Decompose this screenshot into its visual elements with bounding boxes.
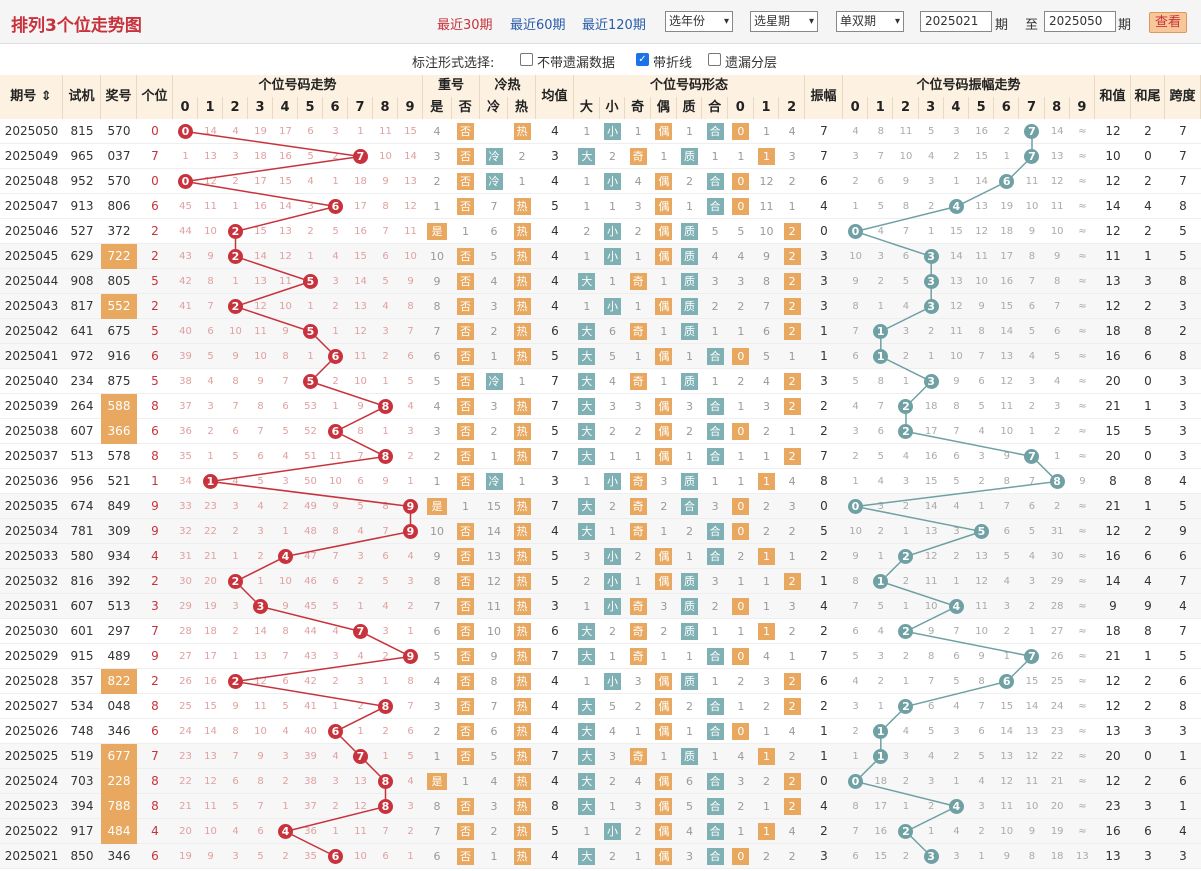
amp-ball: 0 — [848, 774, 863, 789]
units-ball: 9 — [403, 649, 418, 664]
units-ball: 0 — [178, 124, 193, 139]
miss-layer-label: 遗漏分层 — [725, 56, 778, 71]
options-bar: 标注形式选择: 不带遗漏数据 ✓ 带折线 遗漏分层 — [0, 45, 1201, 75]
units-ball: 6 — [328, 349, 343, 364]
amp-ball: 3 — [923, 249, 939, 264]
units-ball: 6 — [328, 724, 343, 739]
units-ball: 1 — [203, 474, 218, 489]
parity-select[interactable]: 单双期 ▾ — [836, 11, 904, 32]
recent-120-link[interactable]: 最近120期 — [582, 14, 646, 33]
units-ball: 4 — [278, 824, 293, 839]
miss-layer-checkbox[interactable] — [708, 53, 721, 66]
period-label: 期 — [995, 18, 1009, 33]
recent-60-link[interactable]: 最近60期 — [510, 14, 566, 33]
polyline-checkbox[interactable]: ✓ — [636, 53, 649, 66]
parity-select-value: 单双期 — [840, 14, 877, 28]
weekday-select[interactable]: 选星期 ▾ — [750, 11, 818, 32]
chevron-down-icon: ▾ — [808, 16, 814, 27]
year-select[interactable]: 选年份 ▾ — [665, 11, 733, 32]
amp-ball: 4 — [948, 799, 964, 814]
trend-table: 期号 ⇕ 试机 奖号 个位 均值 振幅 和值 和尾 跨度 个位号码走势 0 1 2 3 4 5 6 7 8 9 重号是否… — [0, 75, 1201, 871]
units-ball: 8 — [378, 774, 393, 789]
chevron-down-icon: ▾ — [894, 16, 900, 27]
units-ball: 7 — [353, 149, 368, 164]
units-ball: 6 — [328, 199, 343, 214]
units-ball: 5 — [303, 274, 318, 289]
units-ball: 4 — [278, 549, 293, 564]
units-ball: 8 — [378, 399, 393, 414]
to-label: 至 — [1025, 18, 1039, 33]
amp-ball: 8 — [1049, 474, 1065, 489]
weekday-select-value: 选星期 — [754, 14, 791, 28]
amp-ball: 4 — [948, 199, 964, 214]
units-ball: 6 — [328, 849, 343, 864]
units-ball: 9 — [403, 499, 418, 514]
units-ball: 2 — [228, 574, 243, 589]
amp-trend-line — [852, 131, 1059, 858]
units-ball: 6 — [328, 424, 343, 439]
recent-30-link[interactable]: 最近30期 — [437, 14, 493, 33]
top-bar: 排列3个位走势图 最近30期 最近60期 最近120期 选年份 ▾ 选星期 ▾ 单双… — [0, 0, 1201, 44]
units-ball: 9 — [403, 524, 418, 539]
amp-ball: 4 — [948, 599, 964, 614]
units-ball: 2 — [228, 674, 243, 689]
units-ball: 2 — [228, 249, 243, 264]
units-ball: 2 — [228, 224, 243, 239]
polyline-label: 带折线 — [653, 56, 693, 71]
units-trend-line — [185, 130, 413, 858]
units-ball: 0 — [178, 174, 193, 189]
units-ball: 5 — [303, 324, 318, 339]
to-period-input[interactable]: 2025050 — [1044, 11, 1116, 32]
query-button[interactable]: 查看 — [1149, 12, 1187, 33]
amp-ball: 3 — [923, 299, 939, 314]
year-select-value: 选年份 — [669, 14, 706, 28]
period-label: 期 — [1118, 18, 1132, 33]
from-period-input[interactable]: 2025021 — [920, 11, 992, 32]
units-ball: 8 — [378, 799, 393, 814]
units-ball: 5 — [303, 374, 318, 389]
units-ball: 7 — [353, 749, 368, 764]
units-ball: 3 — [253, 599, 268, 614]
amp-ball: 5 — [974, 524, 989, 539]
amp-ball: 0 — [848, 224, 863, 239]
options-label: 标注形式选择: — [412, 56, 495, 71]
units-ball: 2 — [228, 299, 243, 314]
units-ball: 7 — [353, 624, 368, 639]
page-title: 排列3个位走势图 — [11, 16, 142, 36]
amp-ball: 0 — [848, 499, 863, 514]
no-miss-label: 不带遗漏数据 — [537, 56, 616, 71]
amp-ball: 3 — [923, 849, 939, 864]
units-ball: 8 — [378, 699, 393, 714]
no-miss-checkbox[interactable] — [520, 53, 533, 66]
amp-ball: 3 — [923, 374, 939, 389]
amp-ball: 3 — [923, 274, 939, 289]
units-ball: 8 — [378, 449, 393, 464]
trend-lines — [185, 130, 1059, 858]
chevron-down-icon: ▾ — [723, 16, 729, 27]
